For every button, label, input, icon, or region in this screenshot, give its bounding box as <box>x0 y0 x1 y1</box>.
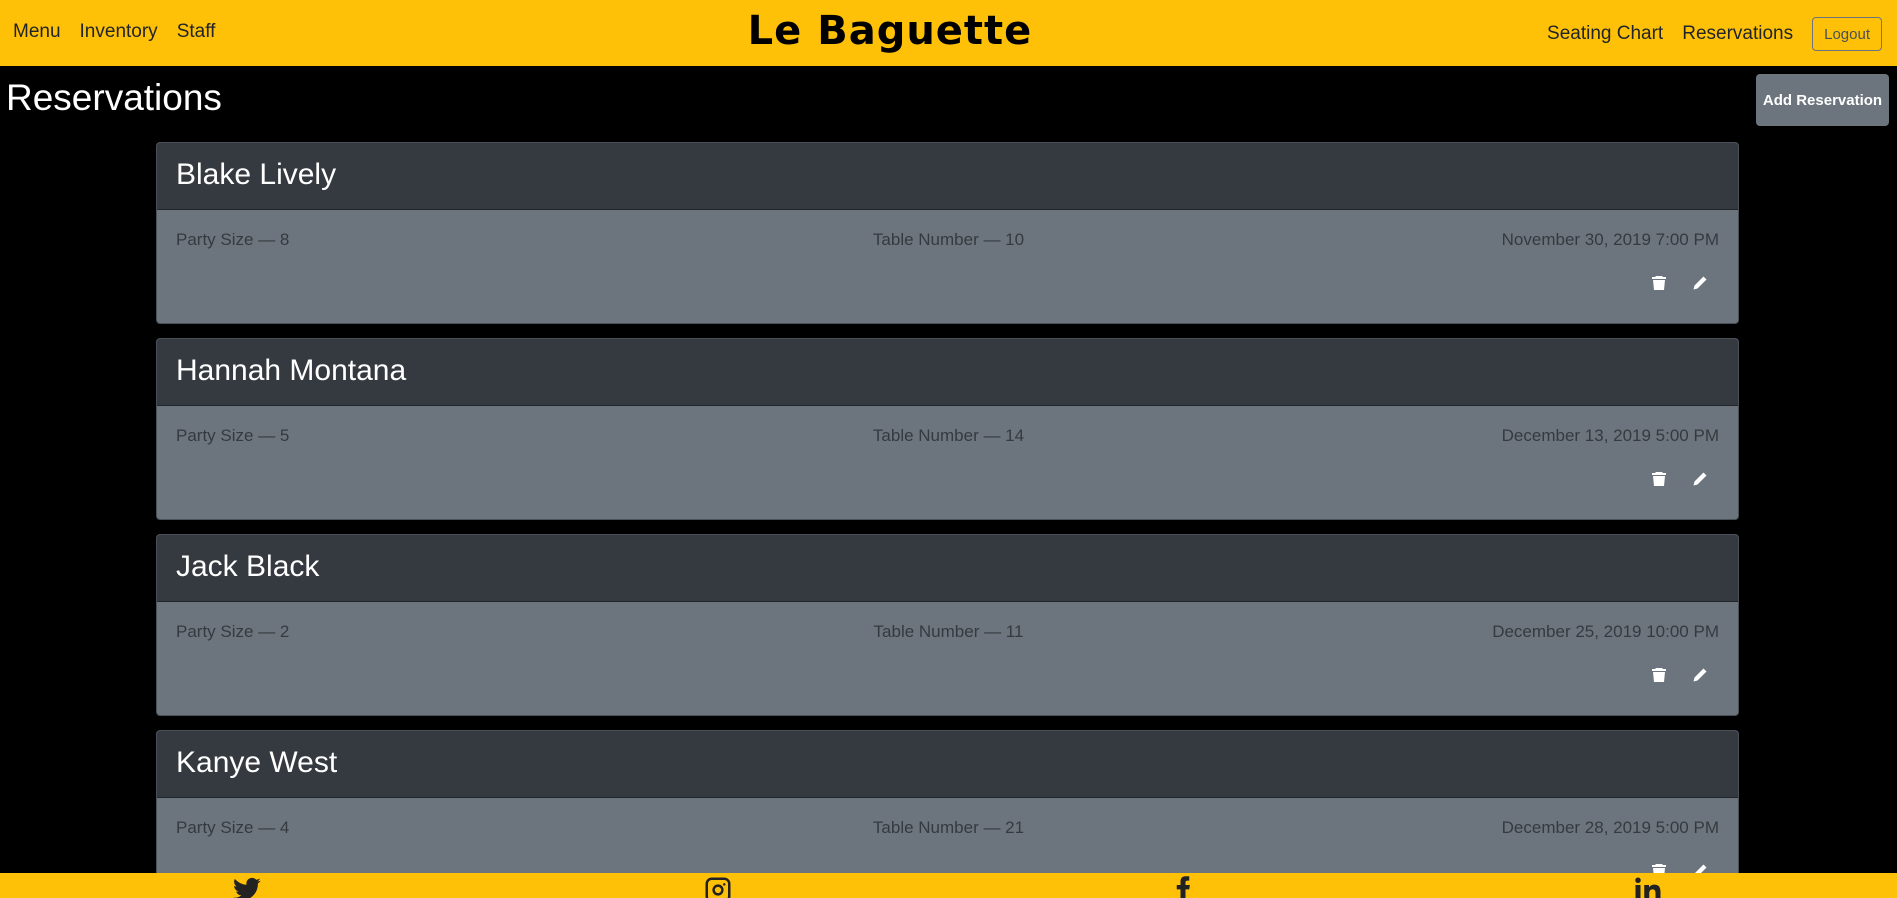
reservation-datetime: December 28, 2019 5:00 PM <box>1501 818 1719 837</box>
reservation-list: Blake Lively Party Size — 8 Table Number… <box>156 142 1739 898</box>
card-actions <box>1650 274 1709 292</box>
add-reservation-button[interactable]: Add Reservation <box>1756 74 1889 126</box>
card-body: Party Size — 8 Table Number — 10 Novembe… <box>157 210 1738 323</box>
logout-button[interactable]: Logout <box>1812 17 1882 51</box>
guest-name: Kanye West <box>176 746 338 779</box>
instagram-icon[interactable] <box>703 875 733 898</box>
twitter-icon[interactable] <box>232 875 262 898</box>
card-body: Party Size — 2 Table Number — 11 Decembe… <box>157 602 1738 715</box>
pencil-icon[interactable] <box>1691 666 1709 684</box>
card-actions <box>1650 470 1709 488</box>
trash-icon[interactable] <box>1650 274 1668 292</box>
reservation-datetime: December 25, 2019 10:00 PM <box>1492 622 1719 641</box>
reservation-card: Jack Black Party Size — 2 Table Number —… <box>156 534 1739 716</box>
reservation-card: Blake Lively Party Size — 8 Table Number… <box>156 142 1739 324</box>
reservation-card: Hannah Montana Party Size — 5 Table Numb… <box>156 338 1739 520</box>
guest-name: Jack Black <box>176 550 320 583</box>
guest-name: Blake Lively <box>176 158 337 191</box>
reservation-datetime: November 30, 2019 7:00 PM <box>1501 230 1719 249</box>
nav-right-links: Seating Chart Reservations Logout <box>1547 17 1882 51</box>
navbar: Menu Inventory Staff Le Baguette Seating… <box>0 0 1897 66</box>
reservation-datetime: December 13, 2019 5:00 PM <box>1501 426 1719 445</box>
card-actions <box>1650 666 1709 684</box>
card-header: Jack Black <box>157 535 1738 602</box>
linkedin-icon[interactable] <box>1633 875 1663 898</box>
card-header: Kanye West <box>157 731 1738 798</box>
page-title: Reservations <box>6 77 222 118</box>
nav-link-reservations[interactable]: Reservations <box>1682 22 1793 46</box>
pencil-icon[interactable] <box>1691 274 1709 292</box>
nav-link-seating-chart[interactable]: Seating Chart <box>1547 22 1663 46</box>
card-body: Party Size — 5 Table Number — 14 Decembe… <box>157 406 1738 519</box>
card-header: Blake Lively <box>157 143 1738 210</box>
footer <box>0 873 1897 898</box>
pencil-icon[interactable] <box>1691 470 1709 488</box>
brand-logo[interactable]: Le Baguette <box>0 6 1780 56</box>
card-header: Hannah Montana <box>157 339 1738 406</box>
trash-icon[interactable] <box>1650 470 1668 488</box>
trash-icon[interactable] <box>1650 666 1668 684</box>
guest-name: Hannah Montana <box>176 354 407 387</box>
facebook-icon[interactable] <box>1168 875 1198 898</box>
